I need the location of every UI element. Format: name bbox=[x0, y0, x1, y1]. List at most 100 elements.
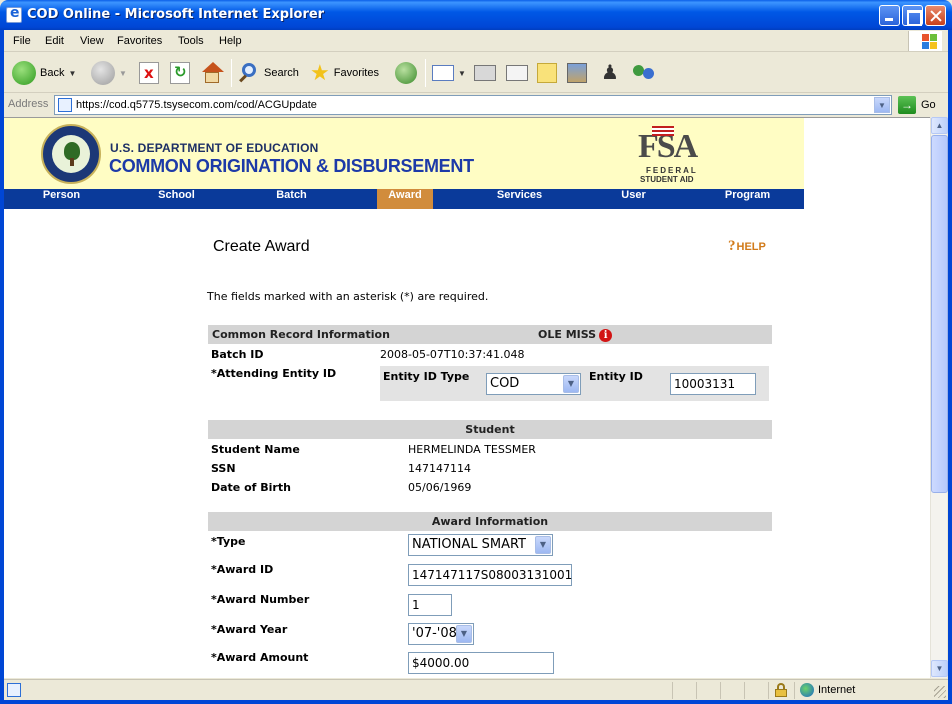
resize-grip[interactable] bbox=[934, 686, 946, 698]
favorites-button[interactable]: ★ Favorites bbox=[310, 59, 379, 87]
award-amount-input[interactable]: $4000.00 bbox=[408, 652, 554, 674]
minimize-button[interactable] bbox=[879, 5, 900, 26]
close-button[interactable] bbox=[925, 5, 946, 26]
search-label: Search bbox=[264, 67, 299, 79]
nav-school[interactable]: School bbox=[119, 189, 234, 209]
common-record-title: Common Record Information bbox=[212, 328, 390, 341]
award-type-label: *Type bbox=[211, 535, 246, 548]
award-number-input[interactable]: 1 bbox=[408, 594, 452, 616]
student-header: Student bbox=[208, 420, 772, 439]
edit-button[interactable] bbox=[506, 59, 528, 87]
page-icon bbox=[58, 98, 72, 112]
help-icon: ? bbox=[728, 238, 736, 254]
nav-program[interactable]: Program bbox=[690, 189, 805, 209]
scroll-down-icon[interactable]: ▼ bbox=[931, 660, 948, 677]
batch-id-label: Batch ID bbox=[211, 348, 264, 361]
entity-type-select[interactable]: COD ▼ bbox=[486, 373, 581, 395]
award-amount-label: *Award Amount bbox=[211, 651, 309, 664]
mail-dropdown-icon[interactable]: ▼ bbox=[458, 69, 466, 78]
menu-edit[interactable]: Edit bbox=[45, 35, 64, 47]
menu-tools[interactable]: Tools bbox=[178, 35, 204, 47]
address-label: Address bbox=[8, 98, 49, 110]
back-arrow-icon bbox=[12, 61, 36, 85]
back-dropdown-icon[interactable]: ▼ bbox=[68, 69, 76, 78]
title-bar[interactable]: COD Online - Microsoft Internet Explorer bbox=[0, 0, 952, 30]
help-link[interactable]: ? HELP bbox=[728, 238, 766, 255]
window-frame-bottom bbox=[0, 700, 952, 704]
page-banner: U.S. DEPARTMENT OF EDUCATION COMMON ORIG… bbox=[4, 118, 804, 189]
chevron-down-icon[interactable]: ▼ bbox=[563, 375, 579, 393]
student-name-label: Student Name bbox=[211, 443, 300, 456]
nav-award[interactable]: Award bbox=[377, 189, 433, 209]
go-button[interactable]: → Go bbox=[898, 96, 936, 114]
chevron-down-icon[interactable]: ▼ bbox=[456, 625, 472, 643]
nav-user[interactable]: User bbox=[576, 189, 691, 209]
search-button[interactable]: Search bbox=[238, 59, 299, 87]
student-name-value: HERMELINDA TESSMER bbox=[408, 443, 536, 456]
menu-help[interactable]: Help bbox=[219, 35, 242, 47]
scroll-up-icon[interactable]: ▲ bbox=[931, 117, 948, 134]
scroll-thumb[interactable] bbox=[931, 135, 948, 493]
print-icon bbox=[474, 65, 496, 81]
nav-batch[interactable]: Batch bbox=[234, 189, 349, 209]
menu-view[interactable]: View bbox=[80, 35, 104, 47]
forward-dropdown-icon[interactable]: ▼ bbox=[119, 69, 127, 78]
windows-logo-icon bbox=[908, 31, 942, 51]
page-title: Create Award bbox=[213, 238, 310, 255]
menu-favorites[interactable]: Favorites bbox=[117, 35, 162, 47]
print-button[interactable] bbox=[474, 59, 496, 87]
refresh-icon: ↻ bbox=[170, 62, 190, 84]
home-icon bbox=[200, 62, 224, 84]
nav-person[interactable]: Person bbox=[4, 189, 119, 209]
menu-file[interactable]: File bbox=[13, 35, 31, 47]
info-icon[interactable]: i bbox=[599, 328, 613, 342]
maximize-button[interactable] bbox=[902, 5, 923, 26]
address-dropdown-icon[interactable]: ▼ bbox=[874, 97, 890, 113]
home-button[interactable] bbox=[200, 59, 224, 87]
messenger-buddies-icon bbox=[631, 63, 657, 83]
help-label: HELP bbox=[736, 240, 766, 253]
award-number-label: *Award Number bbox=[211, 593, 310, 606]
school-name: OLE MISS i bbox=[538, 325, 613, 344]
security-zone-label: Internet bbox=[818, 684, 856, 696]
forward-button[interactable]: ▼ bbox=[91, 59, 127, 87]
required-note: The fields marked with an asterisk (*) a… bbox=[207, 290, 489, 303]
fsa-federal-text: FEDERAL bbox=[646, 166, 698, 175]
chevron-down-icon[interactable]: ▼ bbox=[535, 536, 551, 554]
nav-services[interactable]: Services bbox=[462, 189, 577, 209]
messenger-button[interactable]: ♟ bbox=[601, 59, 619, 87]
history-icon bbox=[395, 62, 417, 84]
contacts-button[interactable] bbox=[631, 59, 657, 87]
fsa-student-aid-text: STUDENT AID bbox=[640, 175, 694, 184]
research-icon bbox=[567, 63, 587, 83]
award-type-select[interactable]: NATIONAL SMART ▼ bbox=[408, 534, 553, 556]
window-title: COD Online - Microsoft Internet Explorer bbox=[27, 7, 325, 22]
history-button[interactable] bbox=[395, 59, 417, 87]
status-bar: Internet bbox=[4, 679, 948, 700]
stop-button[interactable]: x bbox=[139, 59, 159, 87]
system-name: COMMON ORIGINATION & DISBURSEMENT bbox=[109, 156, 474, 176]
award-id-input[interactable]: 147147117S08003131001 bbox=[408, 564, 572, 586]
favorites-star-icon: ★ bbox=[310, 60, 330, 85]
fsa-logo: FSA FEDERAL STUDENT AID bbox=[636, 122, 712, 184]
vertical-scrollbar[interactable]: ▲ ▼ bbox=[930, 117, 948, 678]
award-year-select[interactable]: '07-'08 ▼ bbox=[408, 623, 474, 645]
search-icon bbox=[238, 62, 260, 84]
research-button[interactable] bbox=[567, 59, 587, 87]
address-url: https://cod.q5775.tsysecom.com/cod/ACGUp… bbox=[76, 99, 317, 111]
entity-type-label: Entity ID Type bbox=[383, 370, 470, 383]
address-input[interactable]: https://cod.q5775.tsysecom.com/cod/ACGUp… bbox=[54, 95, 892, 115]
batch-id-value: 2008-05-07T10:37:41.048 bbox=[380, 348, 525, 361]
flag-icon bbox=[652, 126, 674, 136]
discuss-button[interactable] bbox=[537, 59, 557, 87]
ssn-label: SSN bbox=[211, 462, 236, 475]
entity-id-input[interactable]: 10003131 bbox=[670, 373, 756, 395]
menu-bar: File Edit View Favorites Tools Help bbox=[4, 30, 948, 52]
edit-icon bbox=[506, 65, 528, 81]
refresh-button[interactable]: ↻ bbox=[170, 59, 190, 87]
note-icon bbox=[537, 63, 557, 83]
back-button[interactable]: Back ▼ bbox=[12, 59, 76, 87]
go-label: Go bbox=[921, 99, 936, 111]
forward-arrow-icon bbox=[91, 61, 115, 85]
mail-button[interactable]: ▼ bbox=[432, 59, 466, 87]
